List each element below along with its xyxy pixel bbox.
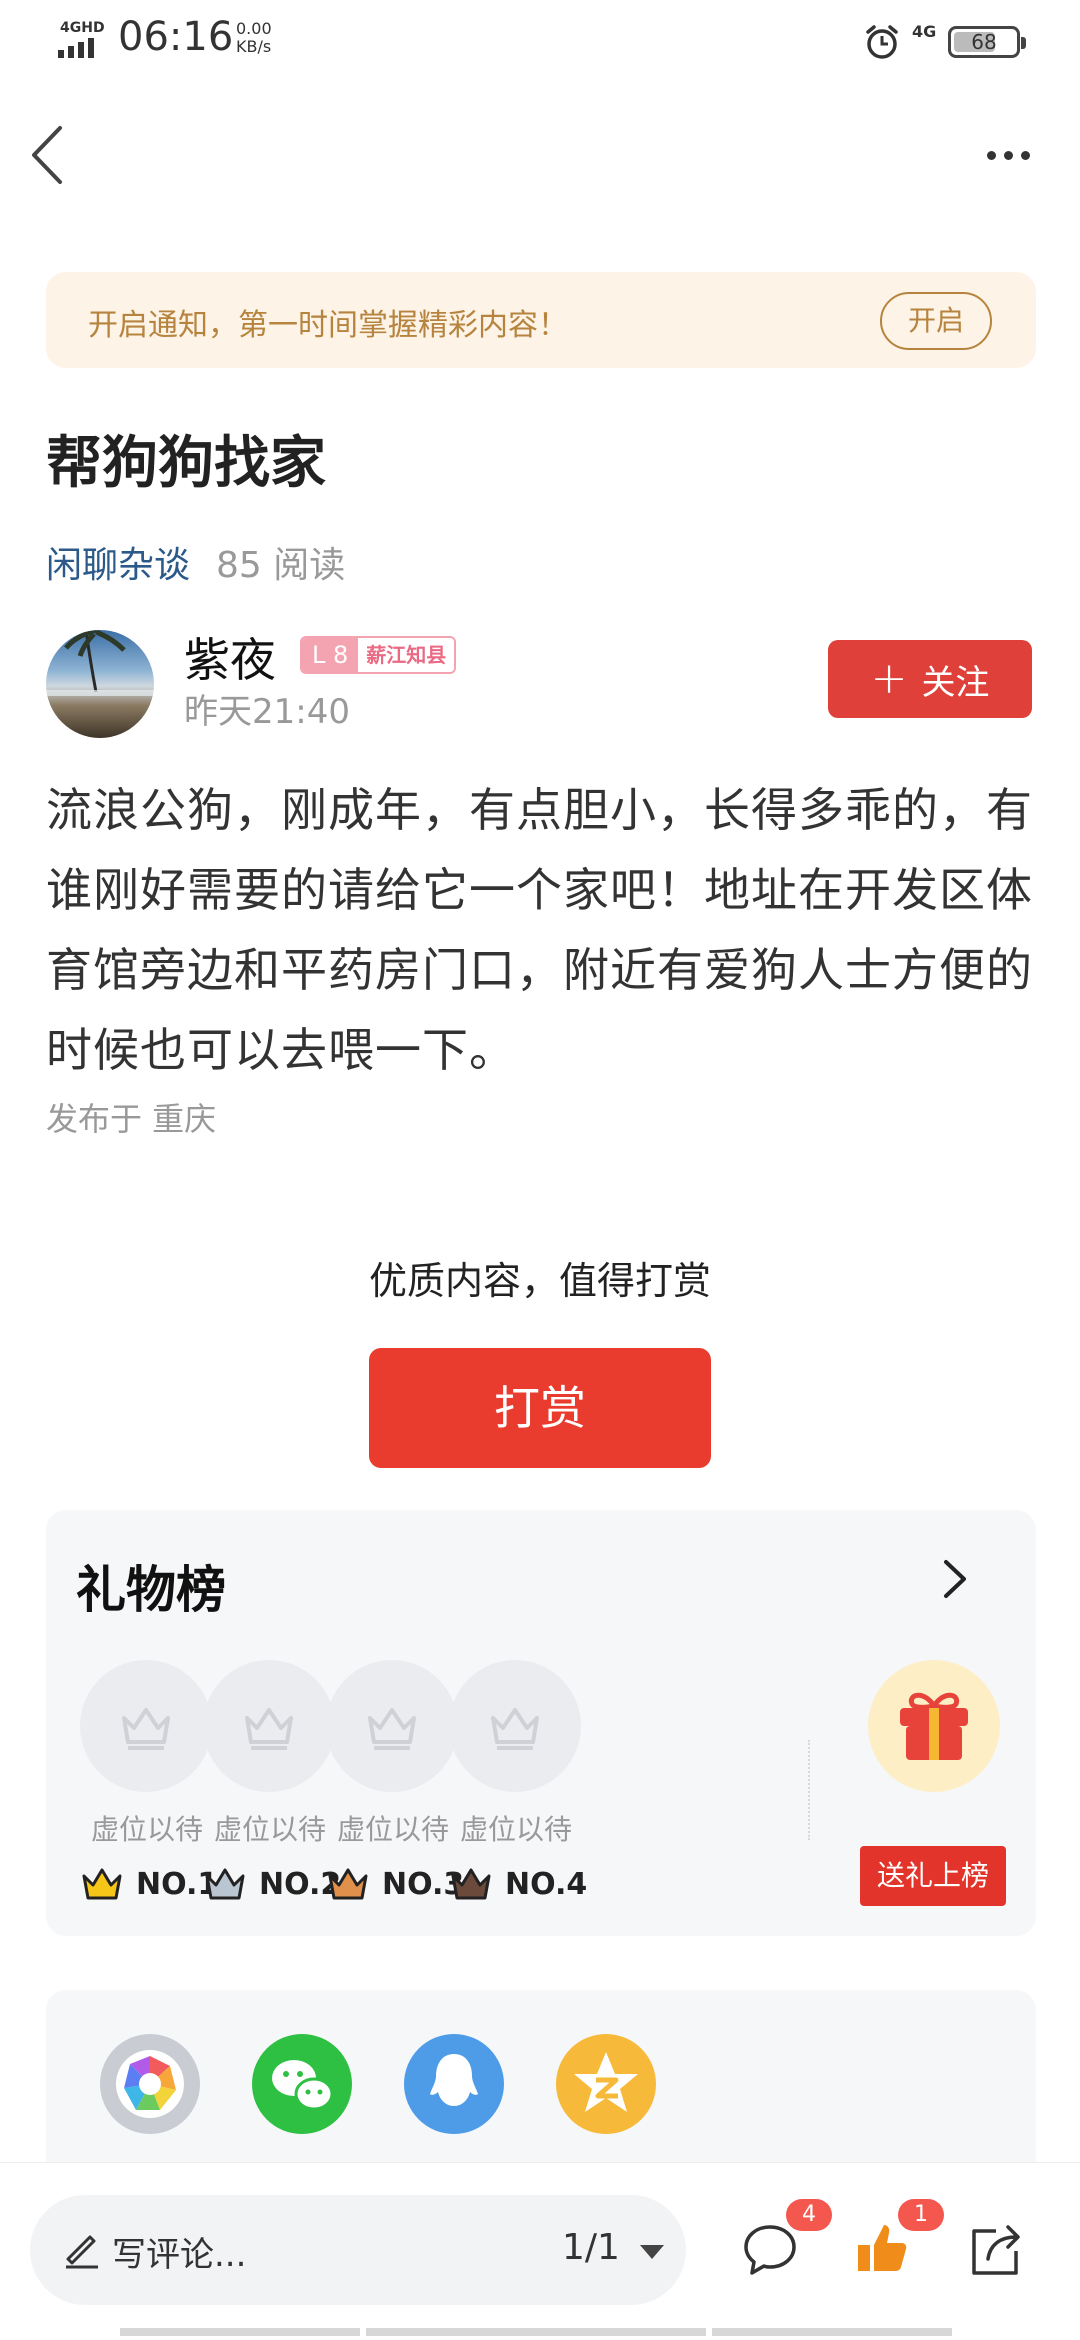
rank-label: NO.4 [505,1866,588,1902]
gift-board-title: 礼物榜 [76,1561,226,1619]
level-title: 薪江知县 [358,638,455,672]
crown-outline-icon [122,1708,170,1750]
comment-placeholder: 写评论... [112,2235,247,2275]
like-count-badge: 1 [898,2199,944,2231]
crown-outline-icon [245,1708,293,1750]
follow-button[interactable]: + 关注 [828,640,1032,718]
crown-silver-icon [205,1868,245,1900]
rank: NO.4 [449,1862,587,1906]
pen-icon [66,2235,98,2269]
empty-seat [449,1660,581,1792]
alarm-icon [866,25,898,59]
mobile-network-label: 4G [912,22,937,41]
gift-board: 礼物榜 虚位以待 NO.1 虚位以待 NO.2 虚位以待 NO.3 虚位以待 N… [46,1510,1036,1936]
send-gift-button[interactable]: 送礼上榜 [860,1846,1006,1906]
qq-icon[interactable] [404,2034,504,2134]
plus-icon: + [870,653,908,704]
post-location: 发布于 重庆 [46,1100,217,1138]
post-title: 帮狗狗找家 [46,431,326,496]
divider [808,1740,810,1840]
category-link[interactable]: 闲聊杂谈 [46,545,190,586]
notification-text: 开启通知，第一时间掌握精彩内容！ [88,308,568,343]
notification-banner: 开启通知，第一时间掌握精彩内容！ 开启 [46,272,1036,368]
wechat-icon[interactable] [252,2034,352,2134]
empty-seat [80,1660,212,1792]
back-icon[interactable] [24,120,74,190]
avatar[interactable] [46,630,154,738]
comment-icon[interactable] [740,2219,800,2279]
follow-label: 关注 [921,662,990,703]
share-panel [46,1990,1036,2190]
signal-icon: 4GHD [58,20,106,60]
speed-unit: KB/s [236,37,272,56]
status-bar: 4GHD 06:16 0.00 KB/s 4G 68 [0,0,1080,84]
author-name[interactable]: 紫夜 [184,624,276,690]
level-value: L 8 [302,638,359,672]
enable-notification-button[interactable]: 开启 [880,292,992,350]
level-badge: L 8 薪江知县 [300,636,457,674]
empty-seat [203,1660,335,1792]
slot-label: 虚位以待 [459,1813,572,1846]
post-time: 昨天21:40 [184,692,350,732]
gift-box-icon[interactable] [868,1660,1000,1792]
clock: 06:16 [118,14,234,60]
speed-value: 0.00 [236,19,272,38]
more-options-icon[interactable] [978,138,1038,172]
caret-down-icon[interactable] [640,2245,664,2259]
qzone-icon[interactable] [556,2034,656,2134]
gift-slot[interactable]: 虚位以待 NO.4 [441,1660,591,1930]
read-count: 85 阅读 [216,545,346,586]
post-body: 流浪公狗，刚成年，有点胆小，长得多乖的，有谁刚好需要的请给它一个家吧！地址在开发… [46,783,1033,1077]
reward-prompt: 优质内容，值得打赏 [368,1259,711,1303]
crown-outline-icon [368,1708,416,1750]
battery-icon: 68 [948,26,1026,58]
crown-outline-icon [491,1708,539,1750]
gesture-bar [120,2328,960,2336]
crown-gold-icon [82,1868,122,1900]
camera-shutter-icon[interactable] [100,2034,200,2134]
page-indicator[interactable]: 1/1 [562,2227,620,2268]
reward-button[interactable]: 打赏 [369,1348,711,1468]
battery-level: 68 [971,30,997,54]
chevron-right-icon[interactable] [934,1554,974,1604]
bottom-bar: 写评论... 1/1 4 1 [0,2162,1080,2340]
network-type: 4GHD [60,20,105,36]
comment-input[interactable]: 写评论... 1/1 [30,2195,686,2305]
comment-count-badge: 4 [786,2199,832,2231]
post-meta: 闲聊杂谈 85 阅读 [46,536,345,588]
network-speed: 0.00 KB/s [236,20,272,56]
crown-bronze-icon [328,1868,368,1900]
share-icon[interactable] [966,2219,1026,2279]
thumbs-up-icon[interactable] [852,2219,912,2279]
empty-seat [326,1660,458,1792]
crown-brown-icon [451,1868,491,1900]
